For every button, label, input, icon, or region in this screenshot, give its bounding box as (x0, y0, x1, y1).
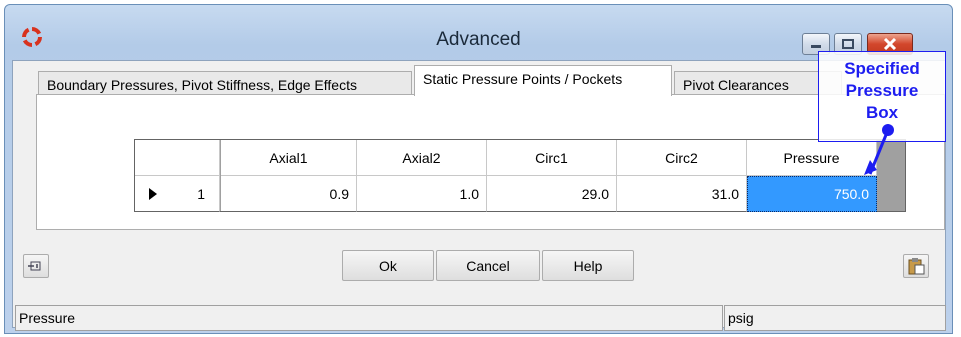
help-button[interactable]: Help (542, 250, 634, 281)
pin-button[interactable] (23, 254, 49, 278)
callout-arrow-icon (864, 124, 894, 175)
cancel-button[interactable]: Cancel (436, 250, 540, 281)
status-field-name: Pressure (15, 305, 723, 331)
cell-circ2[interactable]: 31.0 (617, 176, 747, 212)
row-index: 1 (197, 185, 205, 202)
dialog-client-area: Boundary Pressures, Pivot Stiffness, Edg… (12, 60, 946, 331)
advanced-dialog-window: Advanced Boundary Pressures, Pivot Stiff… (4, 4, 953, 334)
paste-button[interactable] (903, 254, 929, 278)
column-header-pressure[interactable]: Pressure (747, 140, 877, 176)
tab-panel: Axial1 Axial2 Circ1 Circ2 Pressure 1 0.9… (36, 94, 945, 230)
clipboard-paste-icon (908, 258, 925, 275)
row-header[interactable]: 1 (135, 176, 220, 212)
cell-axial1[interactable]: 0.9 (221, 176, 357, 212)
column-header-axial1[interactable]: Axial1 (221, 140, 357, 176)
minimize-icon (811, 45, 821, 48)
tab-boundary-pressures[interactable]: Boundary Pressures, Pivot Stiffness, Edg… (38, 71, 412, 95)
cell-pressure[interactable]: 750.0 (747, 176, 877, 212)
pin-icon (28, 261, 41, 271)
grid-corner (135, 140, 220, 176)
column-header-axial2[interactable]: Axial2 (357, 140, 487, 176)
callout-line-2: Pressure (845, 81, 919, 100)
row-pointer-icon (149, 187, 157, 200)
status-field-units: psig (724, 305, 946, 331)
title-bar[interactable]: Advanced (5, 5, 952, 61)
tab-static-pressure-points[interactable]: Static Pressure Points / Pockets (414, 65, 672, 96)
cell-axial2[interactable]: 1.0 (357, 176, 487, 212)
column-header-circ2[interactable]: Circ2 (617, 140, 747, 176)
cell-circ1[interactable]: 29.0 (487, 176, 617, 212)
tab-pivot-clearances[interactable]: Pivot Clearances (674, 71, 842, 95)
maximize-icon (842, 39, 854, 49)
close-icon (883, 38, 897, 50)
ok-button[interactable]: Ok (342, 250, 434, 281)
callout-line-1: Specified (844, 59, 920, 78)
column-header-circ1[interactable]: Circ1 (487, 140, 617, 176)
pressure-points-grid[interactable]: Axial1 Axial2 Circ1 Circ2 Pressure 1 0.9… (134, 139, 906, 212)
